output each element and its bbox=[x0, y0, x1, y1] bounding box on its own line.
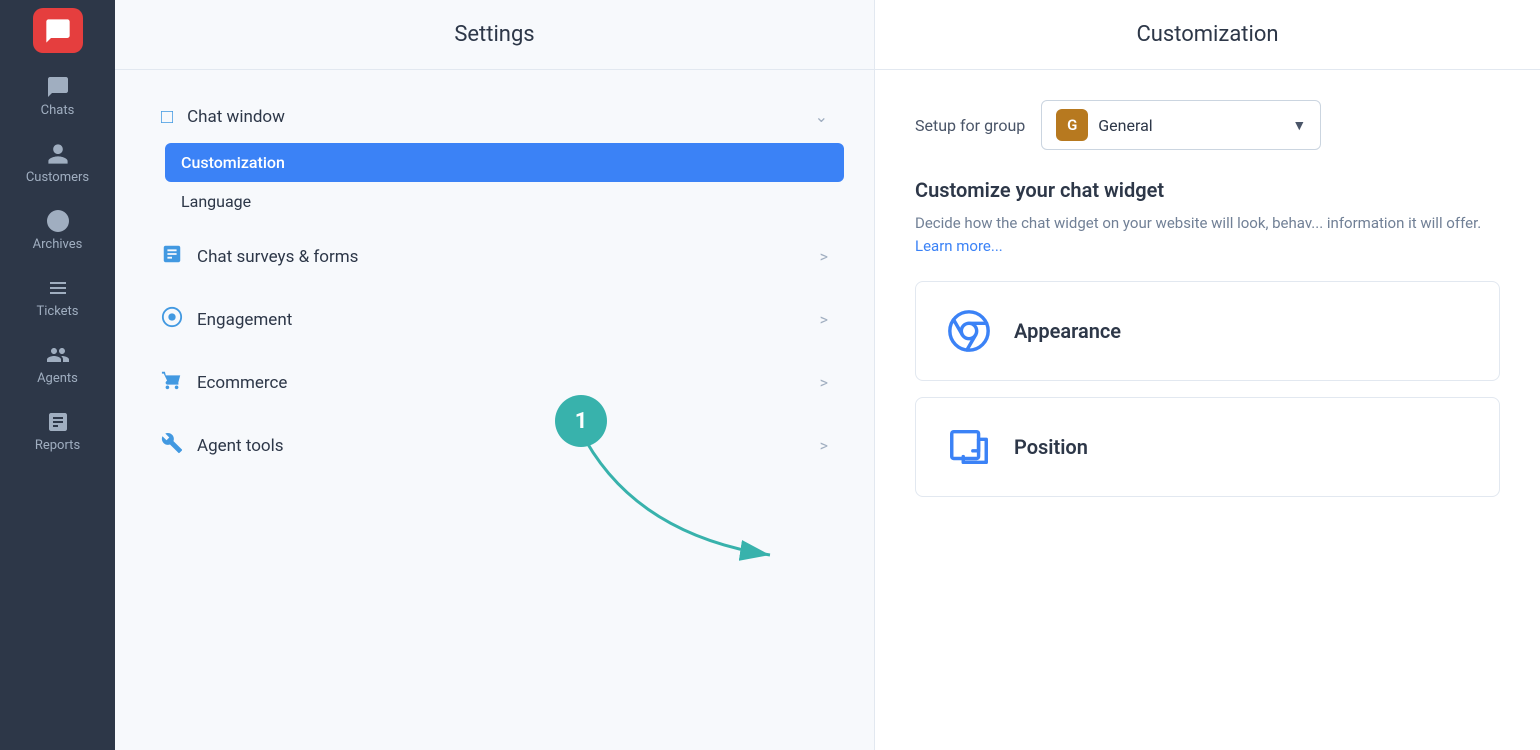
sidebar-item-reports[interactable]: Reports bbox=[0, 398, 115, 465]
dropdown-arrow-icon: ▼ bbox=[1292, 117, 1306, 134]
sidebar-item-chats[interactable]: Chats bbox=[0, 63, 115, 130]
chat-icon bbox=[46, 75, 70, 99]
surveys-chevron: > bbox=[820, 247, 828, 266]
logo-icon bbox=[44, 17, 72, 45]
group-dropdown[interactable]: G General ▼ bbox=[1041, 100, 1321, 150]
chat-window-chevron: ⌄ bbox=[815, 107, 828, 126]
menu-item-surveys[interactable]: Chat surveys & forms > bbox=[145, 229, 844, 284]
ecommerce-icon bbox=[161, 369, 183, 396]
menu-item-engagement[interactable]: Engagement > bbox=[145, 292, 844, 347]
customization-title: Customization bbox=[875, 0, 1540, 70]
surveys-label: Chat surveys & forms bbox=[197, 247, 806, 267]
settings-panel: Settings □ Chat window ⌄ Customization L… bbox=[115, 0, 875, 750]
ecommerce-label: Ecommerce bbox=[197, 373, 806, 393]
appearance-card[interactable]: Appearance bbox=[915, 281, 1500, 381]
ecommerce-chevron: > bbox=[820, 373, 828, 392]
customization-panel: Customization Setup for group G General … bbox=[875, 0, 1540, 750]
submenu-language[interactable]: Language bbox=[165, 182, 844, 221]
menu-section-ecommerce: Ecommerce > bbox=[145, 355, 844, 410]
sidebar-item-archives[interactable]: Archives bbox=[0, 197, 115, 264]
sidebar-item-agents[interactable]: Agents bbox=[0, 331, 115, 398]
menu-item-chat-window[interactable]: □ Chat window ⌄ bbox=[145, 90, 844, 143]
menu-section-engagement: Engagement > bbox=[145, 292, 844, 347]
position-card[interactable]: Position bbox=[915, 397, 1500, 497]
sidebar-label-agents: Agents bbox=[37, 371, 78, 386]
appearance-icon bbox=[944, 306, 994, 356]
group-dropdown-label: General bbox=[1098, 116, 1282, 135]
customers-icon bbox=[46, 142, 70, 166]
group-badge: G bbox=[1056, 109, 1088, 141]
chat-window-icon: □ bbox=[161, 104, 173, 129]
settings-body: □ Chat window ⌄ Customization Language C… bbox=[115, 70, 874, 501]
agents-icon bbox=[46, 343, 70, 367]
appearance-label: Appearance bbox=[1014, 319, 1121, 343]
surveys-icon bbox=[161, 243, 183, 270]
chat-window-submenu: Customization Language bbox=[165, 143, 844, 221]
customization-body: Setup for group G General ▼ Customize yo… bbox=[875, 70, 1540, 750]
chat-window-label: Chat window bbox=[187, 107, 801, 127]
engagement-chevron: > bbox=[820, 310, 828, 329]
archives-icon bbox=[46, 209, 70, 233]
settings-title: Settings bbox=[115, 0, 874, 70]
group-selector-label: Setup for group bbox=[915, 116, 1025, 135]
menu-section-surveys: Chat surveys & forms > bbox=[145, 229, 844, 284]
agent-tools-chevron: > bbox=[820, 436, 828, 455]
widget-section-desc: Decide how the chat widget on your websi… bbox=[915, 212, 1500, 257]
menu-item-ecommerce[interactable]: Ecommerce > bbox=[145, 355, 844, 410]
group-selector: Setup for group G General ▼ bbox=[915, 100, 1500, 150]
agent-tools-icon bbox=[161, 432, 183, 459]
widget-section-title: Customize your chat widget bbox=[915, 178, 1500, 202]
reports-icon bbox=[46, 410, 70, 434]
menu-item-agent-tools[interactable]: Agent tools > bbox=[145, 418, 844, 473]
sidebar-label-tickets: Tickets bbox=[36, 304, 78, 319]
menu-section-agent-tools: Agent tools > bbox=[145, 418, 844, 473]
icon-sidebar: Chats Customers Archives Tickets Agents … bbox=[0, 0, 115, 750]
learn-more-link[interactable]: Learn more... bbox=[915, 237, 1003, 255]
tickets-icon bbox=[46, 276, 70, 300]
agent-tools-label: Agent tools bbox=[197, 436, 806, 456]
logo bbox=[33, 8, 83, 53]
sidebar-item-customers[interactable]: Customers bbox=[0, 130, 115, 197]
sidebar-item-tickets[interactable]: Tickets bbox=[0, 264, 115, 331]
sidebar-label-reports: Reports bbox=[35, 438, 80, 453]
position-icon bbox=[944, 422, 994, 472]
engagement-label: Engagement bbox=[197, 310, 806, 330]
sidebar-label-chats: Chats bbox=[41, 103, 75, 118]
engagement-icon bbox=[161, 306, 183, 333]
sidebar-label-customers: Customers bbox=[26, 170, 89, 185]
position-label: Position bbox=[1014, 435, 1088, 459]
menu-section-chat-window: □ Chat window ⌄ Customization Language bbox=[145, 90, 844, 221]
sidebar-label-archives: Archives bbox=[33, 237, 83, 252]
submenu-customization[interactable]: Customization bbox=[165, 143, 844, 182]
